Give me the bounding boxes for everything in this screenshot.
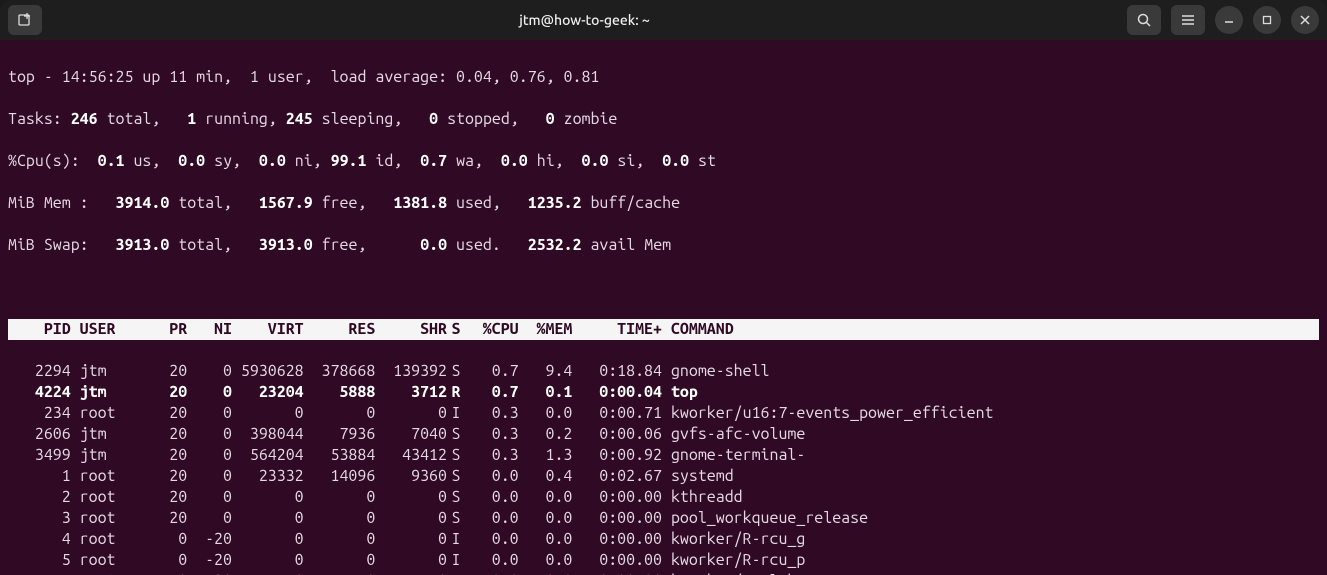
minimize-icon xyxy=(1224,15,1234,25)
search-icon xyxy=(1136,12,1152,28)
hamburger-icon xyxy=(1180,12,1196,28)
process-row: 6root0-20000I0.00.00:00.00kworker/R-slub… xyxy=(8,571,1319,575)
process-row: 4224jtm2002320458883712R0.70.10:00.04top xyxy=(8,382,1319,403)
close-icon xyxy=(1300,15,1310,25)
search-button[interactable] xyxy=(1127,5,1161,35)
window-title: jtm@how-to-geek: ~ xyxy=(42,12,1127,28)
top-summary-cpu: %Cpu(s): 0.1 us, 0.0 sy, 0.0 ni, 99.1 id… xyxy=(8,151,1319,172)
top-summary-tasks: Tasks: 246 total, 1 running, 245 sleepin… xyxy=(8,109,1319,130)
minimize-button[interactable] xyxy=(1215,6,1243,34)
process-row: 4root0-20000I0.00.00:00.00kworker/R-rcu_… xyxy=(8,529,1319,550)
process-row: 5root0-20000I0.00.00:00.00kworker/R-rcu_… xyxy=(8,550,1319,571)
top-summary-line1: top - 14:56:25 up 11 min, 1 user, load a… xyxy=(8,67,1319,88)
new-tab-button[interactable] xyxy=(8,5,42,35)
process-table-body: 2294jtm2005930628378668139392S0.79.40:18… xyxy=(8,361,1319,575)
process-table-header: PIDUSERPRNIVIRTRESSHRS%CPU%MEMTIME+COMMA… xyxy=(8,319,1319,340)
process-row: 2root200000S0.00.00:00.00kthreadd xyxy=(8,487,1319,508)
close-button[interactable] xyxy=(1291,6,1319,34)
maximize-icon xyxy=(1262,15,1272,25)
titlebar: jtm@how-to-geek: ~ xyxy=(0,0,1327,40)
top-summary-swap: MiB Swap: 3913.0 total, 3913.0 free, 0.0… xyxy=(8,235,1319,256)
blank-line xyxy=(8,277,1319,298)
process-row: 3499jtm2005642045388443412S0.31.30:00.92… xyxy=(8,445,1319,466)
terminal-output[interactable]: top - 14:56:25 up 11 min, 1 user, load a… xyxy=(0,40,1327,575)
menu-button[interactable] xyxy=(1171,5,1205,35)
top-summary-mem: MiB Mem : 3914.0 total, 1567.9 free, 138… xyxy=(8,193,1319,214)
new-tab-icon xyxy=(17,12,33,28)
maximize-button[interactable] xyxy=(1253,6,1281,34)
process-row: 2606jtm20039804479367040S0.30.20:00.06gv… xyxy=(8,424,1319,445)
process-row: 1root20023332140969360S0.00.40:02.67syst… xyxy=(8,466,1319,487)
process-row: 2294jtm2005930628378668139392S0.79.40:18… xyxy=(8,361,1319,382)
process-row: 3root200000S0.00.00:00.00pool_workqueue_… xyxy=(8,508,1319,529)
process-row: 234root200000I0.30.00:00.71kworker/u16:7… xyxy=(8,403,1319,424)
